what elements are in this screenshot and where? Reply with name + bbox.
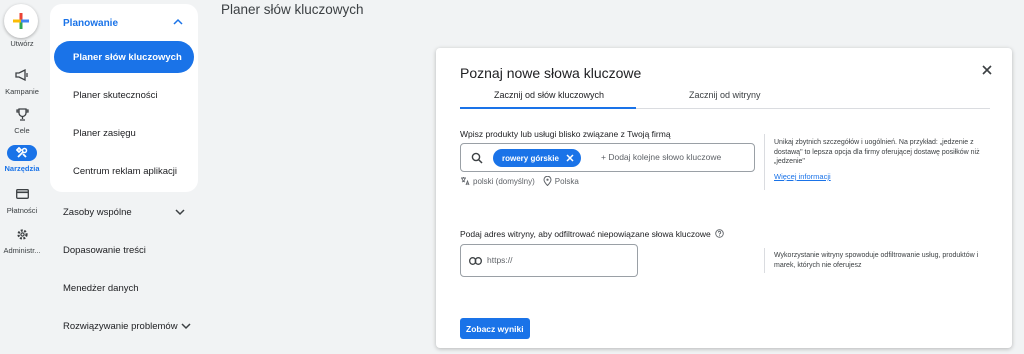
nav-item-troubleshooting[interactable]: Rozwiązywanie problemów (63, 320, 192, 332)
language-value: polski (domyślny) (473, 176, 535, 186)
nav-label-shared-library: Zasoby wspólne (63, 206, 132, 218)
website-field-label: Podaj adres witryny, aby odfiltrować nie… (460, 229, 724, 239)
locale-settings[interactable]: polski (domyślny) Polska (460, 176, 579, 186)
gear-icon (0, 225, 44, 243)
rail-label-admin: Administr... (3, 246, 41, 255)
website-url-input[interactable] (487, 255, 627, 265)
nav-item-reach-planner[interactable]: Planer zasięgu (54, 117, 194, 149)
create-label: Utwórz (10, 39, 34, 48)
rail-item-goals[interactable]: Cele (0, 105, 44, 135)
rail-label-goals: Cele (14, 126, 30, 135)
link-icon (469, 257, 482, 265)
keywords-hint: Unikaj zbytnich szczegółów i uogólnień. … (774, 139, 980, 165)
translate-icon (461, 177, 470, 186)
tab-start-with-website[interactable]: Zacznij od witryny (689, 90, 761, 100)
nav-section-title[interactable]: Planowanie (63, 18, 118, 29)
tab-start-with-keywords[interactable]: Zacznij od słów kluczowych (494, 90, 604, 100)
get-results-button[interactable]: Zobacz wyniki (460, 318, 530, 339)
nav-item-performance-planner[interactable]: Planer skuteczności (54, 79, 194, 111)
hint-divider (764, 134, 765, 190)
left-rail: Utwórz Kampanie Cele Narzędzia Płatności… (0, 0, 44, 354)
rail-label-campaigns: Kampanie (5, 87, 39, 96)
chevron-down-icon (181, 323, 191, 330)
discover-keywords-dialog: Poznaj nowe słowa kluczowe Zacznij od sł… (436, 48, 1012, 348)
tab-bar: Zacznij od słów kluczowych Zacznij od wi… (460, 85, 990, 109)
nav-item-shared-library[interactable]: Zasoby wspólne (63, 206, 186, 218)
billing-card-icon (0, 185, 44, 203)
location-value: Polska (554, 176, 579, 186)
rail-item-billing[interactable]: Płatności (0, 185, 44, 215)
plus-icon (13, 13, 29, 29)
nav-label-data-manager: Menedżer danych (63, 283, 139, 294)
nav-item-app-ads-hub[interactable]: Centrum reklam aplikacji (54, 155, 194, 187)
nav-item-data-manager[interactable]: Menedżer danych (63, 283, 139, 294)
keywords-input-box[interactable]: rowery górskie (460, 143, 755, 172)
website-label-text: Podaj adres witryny, aby odfiltrować nie… (460, 229, 711, 239)
website-hint-divider (764, 248, 765, 273)
megaphone-icon (0, 66, 44, 84)
nav-item-keyword-planner[interactable]: Planer słów kluczowych (54, 41, 194, 73)
page-title: Planer słów kluczowych (221, 2, 364, 17)
rail-item-campaigns[interactable]: Kampanie (0, 66, 44, 96)
help-icon[interactable] (715, 229, 724, 238)
create-button[interactable] (4, 4, 38, 38)
location-pin-icon (543, 176, 552, 186)
remove-chip-icon[interactable] (565, 153, 575, 163)
more-info-link[interactable]: Więcej informacji (774, 172, 831, 181)
trophy-icon (0, 105, 44, 123)
rail-item-tools[interactable]: Narzędzia (0, 145, 44, 173)
rail-item-admin[interactable]: Administr... (0, 225, 44, 255)
website-hint: Wykorzystanie witryny spowoduje odfiltro… (774, 252, 979, 269)
keywords-field-label: Wpisz produkty lub usługi blisko związan… (460, 129, 671, 139)
planning-nav: Planowanie Planer słów kluczowych Planer… (50, 4, 198, 192)
keyword-input[interactable] (601, 152, 751, 162)
nav-item-content-suitability[interactable]: Dopasowanie treści (63, 245, 146, 256)
chevron-down-icon (175, 209, 185, 216)
search-icon (471, 152, 483, 164)
nav-label-content-suitability: Dopasowanie treści (63, 245, 146, 256)
active-tab-indicator (460, 107, 636, 109)
website-input-box[interactable] (460, 244, 638, 277)
keyword-chip[interactable]: rowery górskie (493, 149, 581, 167)
chevron-up-icon[interactable] (172, 16, 184, 28)
tools-icon (7, 145, 37, 161)
keyword-chip-label: rowery górskie (502, 153, 559, 163)
rail-label-billing: Płatności (6, 206, 38, 215)
close-icon[interactable] (980, 63, 994, 77)
dialog-title: Poznaj nowe słowa kluczowe (460, 65, 642, 81)
rail-label-tools: Narzędzia (4, 164, 40, 173)
nav-label-troubleshooting: Rozwiązywanie problemów (63, 320, 178, 332)
